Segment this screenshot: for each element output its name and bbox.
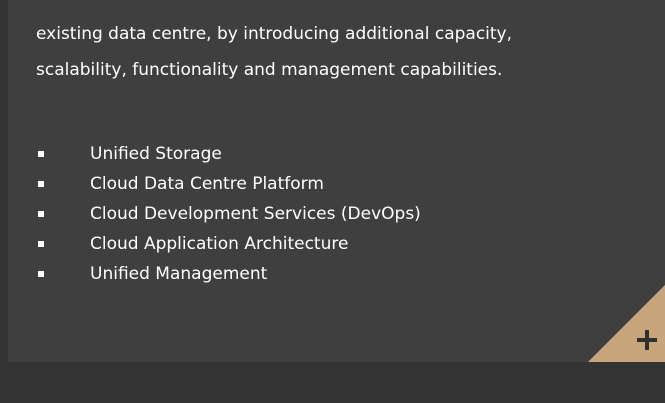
page: existing data centre, by introducing add… <box>0 0 665 403</box>
intro-line: existing data centre, by introducing add… <box>36 24 513 44</box>
feature-item-cloud-data-centre-platform: Cloud Data Centre Platform <box>38 169 421 199</box>
expand-corner-tab <box>588 285 665 362</box>
content-card: existing data centre, by introducing add… <box>8 0 665 362</box>
plus-icon <box>637 330 657 350</box>
feature-label: Unified Storage <box>90 144 222 164</box>
feature-item-cloud-development-services: Cloud Development Services (DevOps) <box>38 199 421 229</box>
feature-label: Cloud Development Services (DevOps) <box>90 204 421 224</box>
square-bullet-icon <box>38 151 44 157</box>
intro-line: scalability, functionality and managemen… <box>36 60 503 80</box>
feature-label: Unified Management <box>90 264 268 284</box>
feature-item-unified-storage: Unified Storage <box>38 139 421 169</box>
feature-item-unified-management: Unified Management <box>38 259 421 289</box>
square-bullet-icon <box>38 181 44 187</box>
intro-paragraph: existing data centre, by introducing add… <box>36 16 646 88</box>
feature-label: Cloud Application Architecture <box>90 234 349 254</box>
square-bullet-icon <box>38 211 44 217</box>
feature-list: Unified Storage Cloud Data Centre Platfo… <box>38 139 421 289</box>
square-bullet-icon <box>38 241 44 247</box>
feature-label: Cloud Data Centre Platform <box>90 174 324 194</box>
feature-item-cloud-application-architecture: Cloud Application Architecture <box>38 229 421 259</box>
expand-button[interactable] <box>588 285 665 362</box>
square-bullet-icon <box>38 271 44 277</box>
